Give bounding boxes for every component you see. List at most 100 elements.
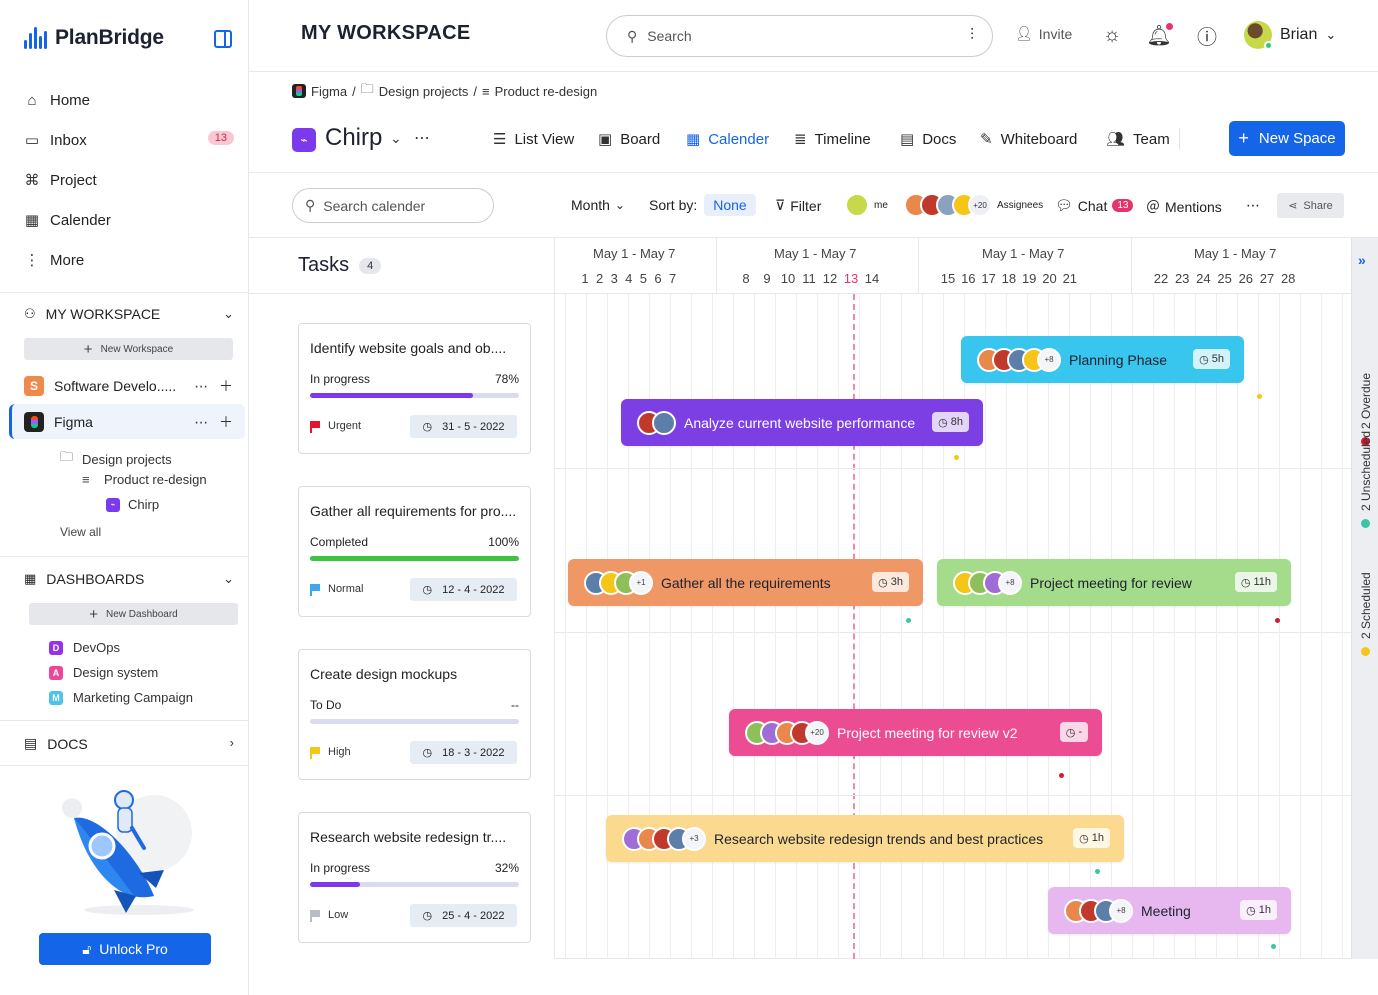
day-number[interactable]: 19 (1021, 271, 1037, 286)
calendar-event[interactable]: +1 Gather all the requirements ◷ 3h (568, 559, 923, 606)
dashboards-section-header[interactable]: ▦ DASHBOARDS ⌄ (24, 571, 234, 587)
help-icon[interactable]: ⓘ (1195, 23, 1219, 49)
task-priority[interactable]: Low (310, 909, 348, 922)
day-number[interactable]: 7 (665, 271, 681, 286)
sidebar-collapse-icon[interactable] (214, 30, 232, 48)
task-priority[interactable]: Normal (310, 583, 363, 596)
tab-team[interactable]: 👥︎ Team (1106, 130, 1170, 149)
chevron-down-icon[interactable]: ⌄ (223, 571, 234, 587)
day-number[interactable]: 22 (1153, 271, 1169, 286)
dashboard-item-devops[interactable]: D DevOps (49, 640, 120, 655)
tab-calender[interactable]: ▦ Calender (686, 130, 769, 149)
nav-item-inbox[interactable]: ▭ Inbox 13 (24, 128, 234, 152)
docs-section-header[interactable]: ▤ DOCS › (24, 735, 234, 752)
day-number[interactable]: 11 (801, 271, 817, 286)
task-card[interactable]: Gather all requirements for pro.... Compl… (298, 486, 531, 617)
nav-item-more[interactable]: ⋮ More (24, 248, 234, 272)
calendar-event[interactable]: +8 Planning Phase ◷ 5h (961, 336, 1244, 383)
day-number[interactable]: 21 (1062, 271, 1078, 286)
task-due-date[interactable]: ◷ 25 - 4 - 2022 (410, 904, 517, 927)
nav-item-project[interactable]: ⌘ Project (24, 168, 234, 192)
day-number[interactable]: 16 (960, 271, 976, 286)
day-number[interactable]: 13 (843, 271, 859, 286)
tab-whiteboard[interactable]: ✎ Whiteboard (980, 130, 1077, 149)
task-due-date[interactable]: ◷ 31 - 5 - 2022 (410, 415, 517, 438)
task-card[interactable]: Identify website goals and ob.... In prog… (298, 323, 531, 454)
day-number[interactable]: 26 (1238, 271, 1254, 286)
day-number[interactable]: 9 (759, 271, 775, 286)
tree-folder-design-projects[interactable]: 🗀 Design projects (60, 448, 172, 470)
calendar-event[interactable]: +8 Project meeting for review ◷ 11h (937, 559, 1291, 606)
global-search-input[interactable]: ⚲ Search ⫶ (606, 15, 993, 57)
day-number[interactable]: 2 (592, 271, 608, 286)
day-number[interactable]: 18 (1001, 271, 1017, 286)
dashboard-item-marketing-campaign[interactable]: M Marketing Campaign (49, 690, 193, 705)
calendar-event[interactable]: +3 Research website redesign trends and b… (606, 815, 1124, 862)
view-all-link[interactable]: View all (60, 525, 101, 539)
scheduled-filter[interactable]: 2 Scheduled (1353, 556, 1378, 656)
day-number[interactable]: 8 (738, 271, 754, 286)
share-button[interactable]: ⋖ Share (1277, 193, 1344, 218)
day-number[interactable]: 15 (940, 271, 956, 286)
workspace-item-software[interactable]: S Software Develo..... ⋯ ＋ (24, 373, 234, 399)
day-number[interactable]: 3 (606, 271, 622, 286)
calendar-event[interactable]: Analyze current website performance ◷ 8h (621, 399, 983, 446)
tab-docs[interactable]: ▤ Docs (900, 130, 956, 149)
app-logo[interactable]: PlanBridge (24, 26, 164, 50)
day-number[interactable]: 23 (1174, 271, 1190, 286)
tree-list-product-redesign[interactable]: ≡ Product re-design (82, 472, 207, 487)
project-name[interactable]: Chirp (325, 124, 382, 152)
chevron-right-icon[interactable]: › (230, 735, 234, 750)
task-due-date[interactable]: ◷ 18 - 3 - 2022 (410, 741, 517, 764)
day-number[interactable]: 4 (621, 271, 637, 286)
dashboard-item-design-system[interactable]: A Design system (49, 665, 158, 680)
day-number[interactable]: 5 (635, 271, 651, 286)
task-priority[interactable]: High (310, 746, 351, 759)
me-filter[interactable]: me (845, 193, 888, 217)
mentions-button[interactable]: ＠ Mentions (1146, 197, 1222, 217)
assignees-filter[interactable]: +20 Assignees (904, 193, 1043, 217)
month-dropdown[interactable]: Month ⌄ (571, 197, 625, 213)
task-due-date[interactable]: ◷ 12 - 4 - 2022 (410, 578, 517, 601)
day-number[interactable]: 14 (864, 271, 880, 286)
breadcrumb-workspace[interactable]: Figma (311, 84, 347, 99)
theme-toggle-icon[interactable]: ☼ (1100, 23, 1124, 47)
unlock-pro-button[interactable]: 🔓︎ Unlock Pro (39, 933, 211, 965)
invite-button[interactable]: 👤︎ Invite (1015, 25, 1072, 42)
nav-item-home[interactable]: ⌂ Home (24, 88, 234, 112)
day-number[interactable]: 28 (1280, 271, 1296, 286)
day-number[interactable]: 24 (1195, 271, 1211, 286)
day-number[interactable]: 27 (1259, 271, 1275, 286)
calendar-event[interactable]: +20 Project meeting for review v2 ◷ - (729, 709, 1102, 756)
sort-value[interactable]: None (704, 194, 756, 216)
task-priority[interactable]: Urgent (310, 420, 361, 433)
day-number[interactable]: 17 (981, 271, 997, 286)
expand-right-icon[interactable]: » (1358, 252, 1366, 268)
workspace-section-header[interactable]: ⚇ MY WORKSPACE ⌄ (24, 306, 234, 322)
sort-control[interactable]: Sort by: None (649, 194, 756, 216)
day-number[interactable]: 25 (1217, 271, 1233, 286)
new-dashboard-button[interactable]: + New Dashboard (29, 603, 238, 625)
calendar-search-input[interactable]: ⚲ Search calender (292, 188, 494, 223)
day-number[interactable]: 1 (577, 271, 593, 286)
day-number[interactable]: 12 (822, 271, 838, 286)
tree-space-chirp[interactable]: ⌁ Chirp (106, 497, 159, 512)
new-space-button[interactable]: + New Space (1229, 121, 1345, 156)
chevron-down-icon[interactable]: ⌄ (390, 130, 402, 147)
new-workspace-button[interactable]: + New Workspace (24, 338, 233, 360)
tab-timeline[interactable]: ≣ Timeline (794, 130, 871, 149)
workspace-actions[interactable]: ⋯ ＋ (194, 376, 234, 396)
day-number[interactable]: 10 (780, 271, 796, 286)
task-card[interactable]: Create design mockups To Do -- High ◷ 18 - 3 … (298, 649, 531, 780)
breadcrumb-folder[interactable]: Design projects (379, 84, 469, 99)
tab-board[interactable]: ▣ Board (598, 130, 660, 149)
calendar-event[interactable]: +8 Meeting ◷ 1h (1048, 887, 1291, 934)
more-horizontal-icon[interactable]: ⋯ (414, 128, 431, 148)
day-number[interactable]: 6 (650, 271, 666, 286)
workspace-item-figma[interactable]: Figma ⋯ ＋ (24, 409, 234, 435)
breadcrumb-list[interactable]: Product re-design (495, 84, 598, 99)
unscheduled-filter[interactable]: 2 Unscheduled (1353, 410, 1378, 528)
workspace-actions[interactable]: ⋯ ＋ (194, 412, 234, 432)
task-card[interactable]: Research website redesign tr.... In progr… (298, 812, 531, 943)
nav-item-calender[interactable]: ▦ Calender (24, 208, 234, 232)
